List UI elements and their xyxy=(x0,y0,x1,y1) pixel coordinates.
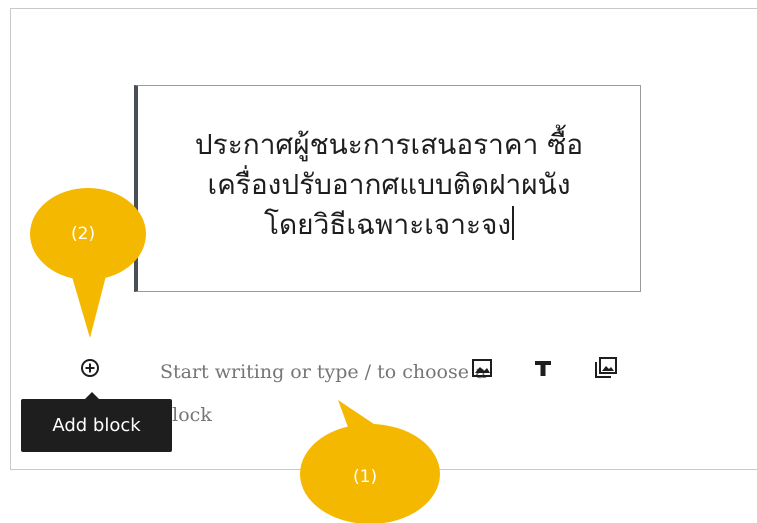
image-icon[interactable] xyxy=(470,356,494,380)
heading-block[interactable]: ประกาศผู้ชนะการเสนอราคา ซื้อ เครื่องปรับ… xyxy=(134,85,641,292)
heading-text[interactable]: ประกาศผู้ชนะการเสนอราคา ซื้อ เครื่องปรับ… xyxy=(154,125,624,245)
annotation-label-2: (2) xyxy=(71,224,96,244)
text-caret xyxy=(512,205,515,240)
plus-circle-icon xyxy=(81,359,99,377)
heading-line-3: โดยวิธีเฉพาะเจาะจง xyxy=(154,205,624,245)
tooltip-arrow xyxy=(85,392,99,399)
add-block-tooltip: Add block xyxy=(21,399,172,452)
annotation-label-1: (1) xyxy=(353,467,378,487)
heading-icon[interactable] xyxy=(531,356,555,380)
heading-line-2: เครื่องปรับอากศแบบติดฝาผนัง xyxy=(207,167,571,201)
gallery-icon[interactable] xyxy=(594,356,618,380)
heading-line-1: ประกาศผู้ชนะการเสนอราคา ซื้อ xyxy=(194,127,584,161)
add-block-button[interactable] xyxy=(79,357,101,379)
paragraph-placeholder[interactable]: Start writing or type / to choose a bloc… xyxy=(160,351,500,437)
